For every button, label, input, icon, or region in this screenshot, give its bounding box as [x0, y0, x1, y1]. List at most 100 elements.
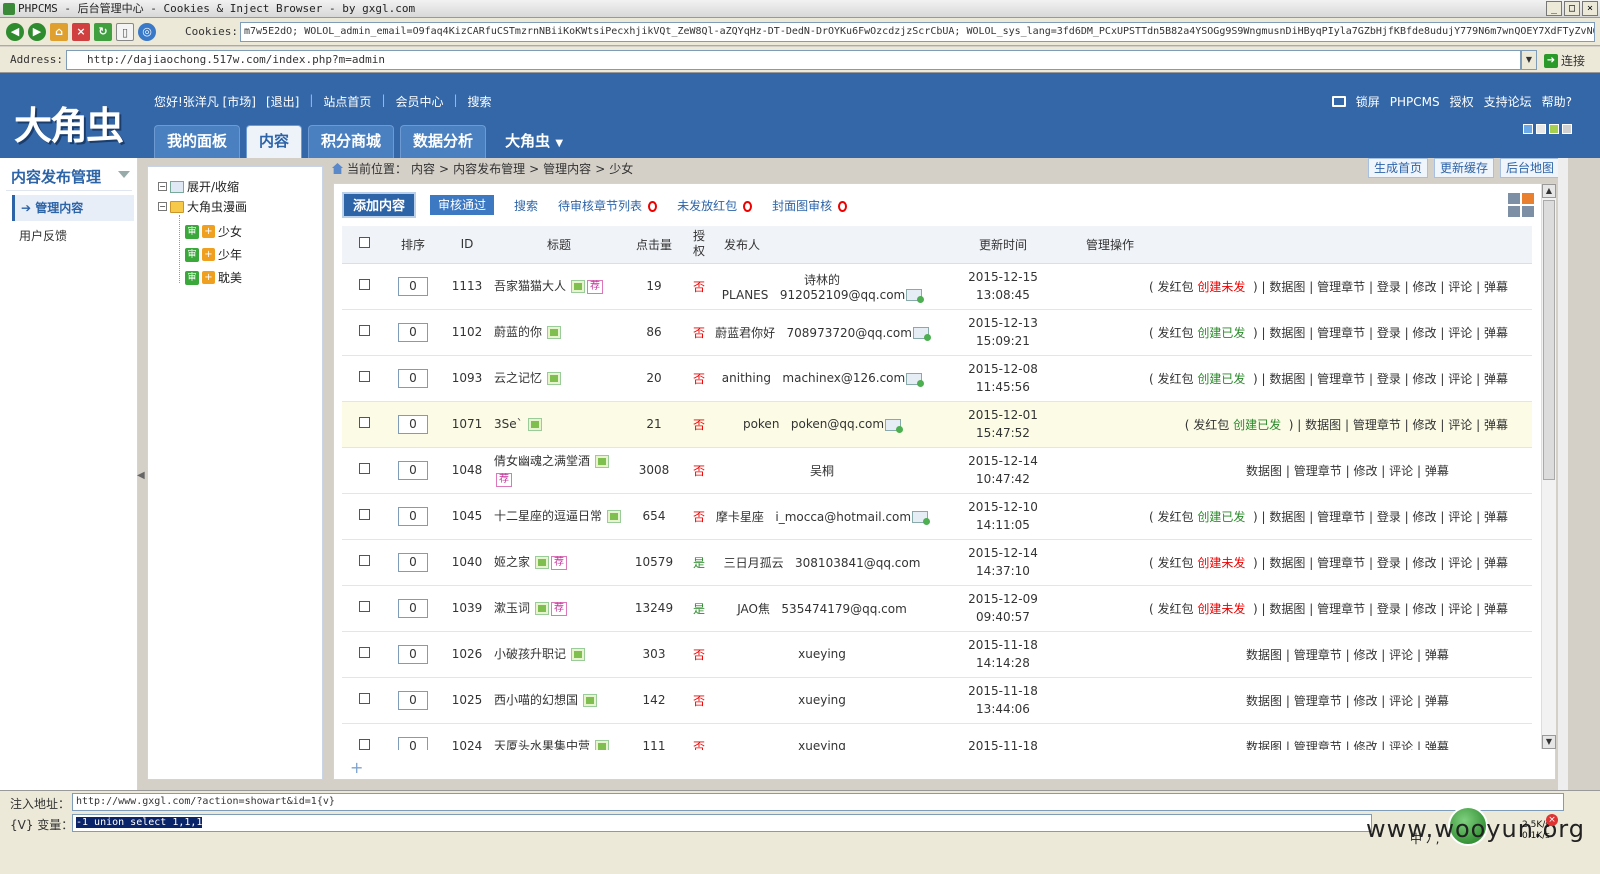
data-chart-link[interactable]: 数据图: [1246, 464, 1282, 478]
header-search-link[interactable]: 搜索: [468, 93, 492, 110]
data-chart-link[interactable]: 数据图: [1269, 510, 1305, 524]
login-link[interactable]: 登录: [1377, 602, 1401, 616]
title-link[interactable]: 吾家猫猫大人: [494, 279, 566, 293]
comment-link[interactable]: 评论: [1448, 326, 1472, 340]
data-chart-link[interactable]: 数据图: [1246, 694, 1282, 708]
order-input[interactable]: 0: [398, 322, 428, 342]
add-icon[interactable]: +: [202, 225, 215, 238]
theme-swatch[interactable]: [1523, 124, 1533, 134]
minimize-button[interactable]: _: [1546, 1, 1562, 16]
title-link[interactable]: 十二星座的逗逼日常: [494, 509, 602, 523]
comment-link[interactable]: 评论: [1389, 740, 1413, 751]
search-link[interactable]: 搜索: [514, 197, 538, 214]
title-link[interactable]: 3Se`: [494, 417, 523, 431]
page-scrollbar[interactable]: [1558, 158, 1568, 790]
site-home-link[interactable]: 站点首页: [323, 93, 371, 110]
redpacket-status[interactable]: 创建已发: [1197, 510, 1245, 524]
theme-swatch[interactable]: [1562, 124, 1572, 134]
data-chart-link[interactable]: 数据图: [1246, 648, 1282, 662]
breadcrumb-item[interactable]: 内容发布管理: [453, 160, 525, 177]
logout-link[interactable]: [退出]: [266, 93, 299, 110]
redpacket-prefix[interactable]: ( 发红包: [1149, 326, 1194, 340]
row-checkbox[interactable]: [358, 693, 370, 704]
inject-url-input[interactable]: http://www.gxgl.com/?action=showart&id=1…: [72, 793, 1564, 811]
redpacket-prefix[interactable]: ( 发红包: [1149, 510, 1194, 524]
title-link[interactable]: 云之记忆: [494, 371, 542, 385]
comment-link[interactable]: 评论: [1389, 694, 1413, 708]
phpcms-link[interactable]: PHPCMS: [1390, 95, 1440, 109]
order-input[interactable]: 0: [398, 690, 428, 710]
column-header[interactable]: 标题: [494, 226, 624, 264]
tree-node-shaonv[interactable]: 审 + 少女: [185, 223, 242, 240]
edit-link[interactable]: 修改: [1353, 648, 1377, 662]
scroll-up-icon[interactable]: ▲: [1542, 184, 1556, 198]
danmaku-link[interactable]: 弹幕: [1425, 740, 1449, 751]
order-input[interactable]: 0: [398, 276, 428, 296]
redpacket-prefix[interactable]: ( 发红包: [1185, 418, 1230, 432]
generate-homepage-button[interactable]: 生成首页: [1367, 158, 1428, 178]
danmaku-link[interactable]: 弹幕: [1484, 372, 1508, 386]
manage-chapters-link[interactable]: 管理章节: [1317, 280, 1365, 294]
column-header[interactable]: 更新时间: [930, 226, 1076, 264]
sidebar-title[interactable]: 内容发布管理: [11, 166, 101, 187]
row-checkbox[interactable]: [358, 555, 370, 566]
title-link[interactable]: 天厦头水果集中营: [494, 739, 590, 750]
member-center-link[interactable]: 会员中心: [395, 93, 443, 110]
title-link[interactable]: 西小喵的幻想国: [494, 693, 578, 707]
theme-swatch[interactable]: [1549, 124, 1559, 134]
manage-chapters-link[interactable]: 管理章节: [1294, 464, 1342, 478]
title-link[interactable]: 姬之家: [494, 555, 530, 569]
auth-status[interactable]: 否: [693, 510, 705, 524]
column-header[interactable]: 排序: [386, 226, 440, 264]
back-icon[interactable]: ◀: [6, 23, 24, 41]
order-input[interactable]: 0: [398, 736, 428, 750]
column-header[interactable]: ID: [440, 226, 494, 264]
breadcrumb-item[interactable]: 内容: [411, 160, 435, 177]
danmaku-link[interactable]: 弹幕: [1425, 648, 1449, 662]
tab-my-panel[interactable]: 我的面板: [154, 125, 241, 158]
data-chart-link[interactable]: 数据图: [1246, 740, 1282, 751]
column-header[interactable]: 发布人: [714, 226, 930, 264]
connect-button[interactable]: ➜ 连接: [1544, 52, 1585, 69]
danmaku-link[interactable]: 弹幕: [1425, 694, 1449, 708]
address-dropdown-icon[interactable]: ▼: [1521, 50, 1537, 70]
redpacket-prefix[interactable]: ( 发红包: [1149, 280, 1194, 294]
manage-chapters-link[interactable]: 管理章节: [1294, 740, 1342, 751]
redpacket-status[interactable]: 创建未发: [1197, 280, 1245, 294]
auth-status[interactable]: 否: [693, 648, 705, 662]
edit-link[interactable]: 修改: [1413, 418, 1437, 432]
order-input[interactable]: 0: [398, 552, 428, 572]
login-link[interactable]: 登录: [1377, 372, 1401, 386]
cookie-input[interactable]: m7w5E2dO; WOLOL_admin_email=O9faq4KizCAR…: [240, 22, 1595, 42]
tab-content[interactable]: 内容: [246, 125, 303, 158]
row-checkbox[interactable]: [358, 325, 370, 336]
redpacket-status[interactable]: 创建已发: [1197, 326, 1245, 340]
edit-link[interactable]: 修改: [1413, 602, 1437, 616]
approved-filter-button[interactable]: 审核通过: [430, 195, 495, 215]
collapse-arrow-icon[interactable]: ◀: [137, 470, 145, 481]
tab-data-analysis[interactable]: 数据分析: [400, 125, 487, 158]
lock-screen-link[interactable]: 锁屏: [1356, 93, 1380, 110]
redpacket-prefix[interactable]: ( 发红包: [1149, 372, 1194, 386]
table-scrollbar[interactable]: ▲ ▼: [1541, 184, 1556, 749]
comment-link[interactable]: 评论: [1448, 602, 1472, 616]
unsent-redpacket-link[interactable]: 未发放红包: [677, 197, 753, 214]
manage-chapters-link[interactable]: 管理章节: [1294, 694, 1342, 708]
title-link[interactable]: 小破孩升职记: [494, 647, 566, 661]
danmaku-link[interactable]: 弹幕: [1484, 280, 1508, 294]
redpacket-status[interactable]: 创建未发: [1197, 556, 1245, 570]
refresh-icon[interactable]: ↻: [94, 23, 112, 41]
order-input[interactable]: 0: [398, 368, 428, 388]
comment-link[interactable]: 评论: [1448, 510, 1472, 524]
breadcrumb-item[interactable]: 少女: [609, 160, 633, 177]
redpacket-status[interactable]: 创建未发: [1197, 602, 1245, 616]
tree-node-shaonian[interactable]: 审 + 少年: [185, 246, 242, 263]
send-mail-icon[interactable]: [906, 289, 925, 303]
row-checkbox[interactable]: [358, 647, 370, 658]
comment-link[interactable]: 评论: [1389, 648, 1413, 662]
close-icon[interactable]: ×: [1546, 814, 1558, 826]
auth-status[interactable]: 否: [693, 326, 705, 340]
scrollbar-thumb[interactable]: [1543, 200, 1555, 480]
column-header[interactable]: 点击量: [624, 226, 684, 264]
order-input[interactable]: 0: [398, 414, 428, 434]
